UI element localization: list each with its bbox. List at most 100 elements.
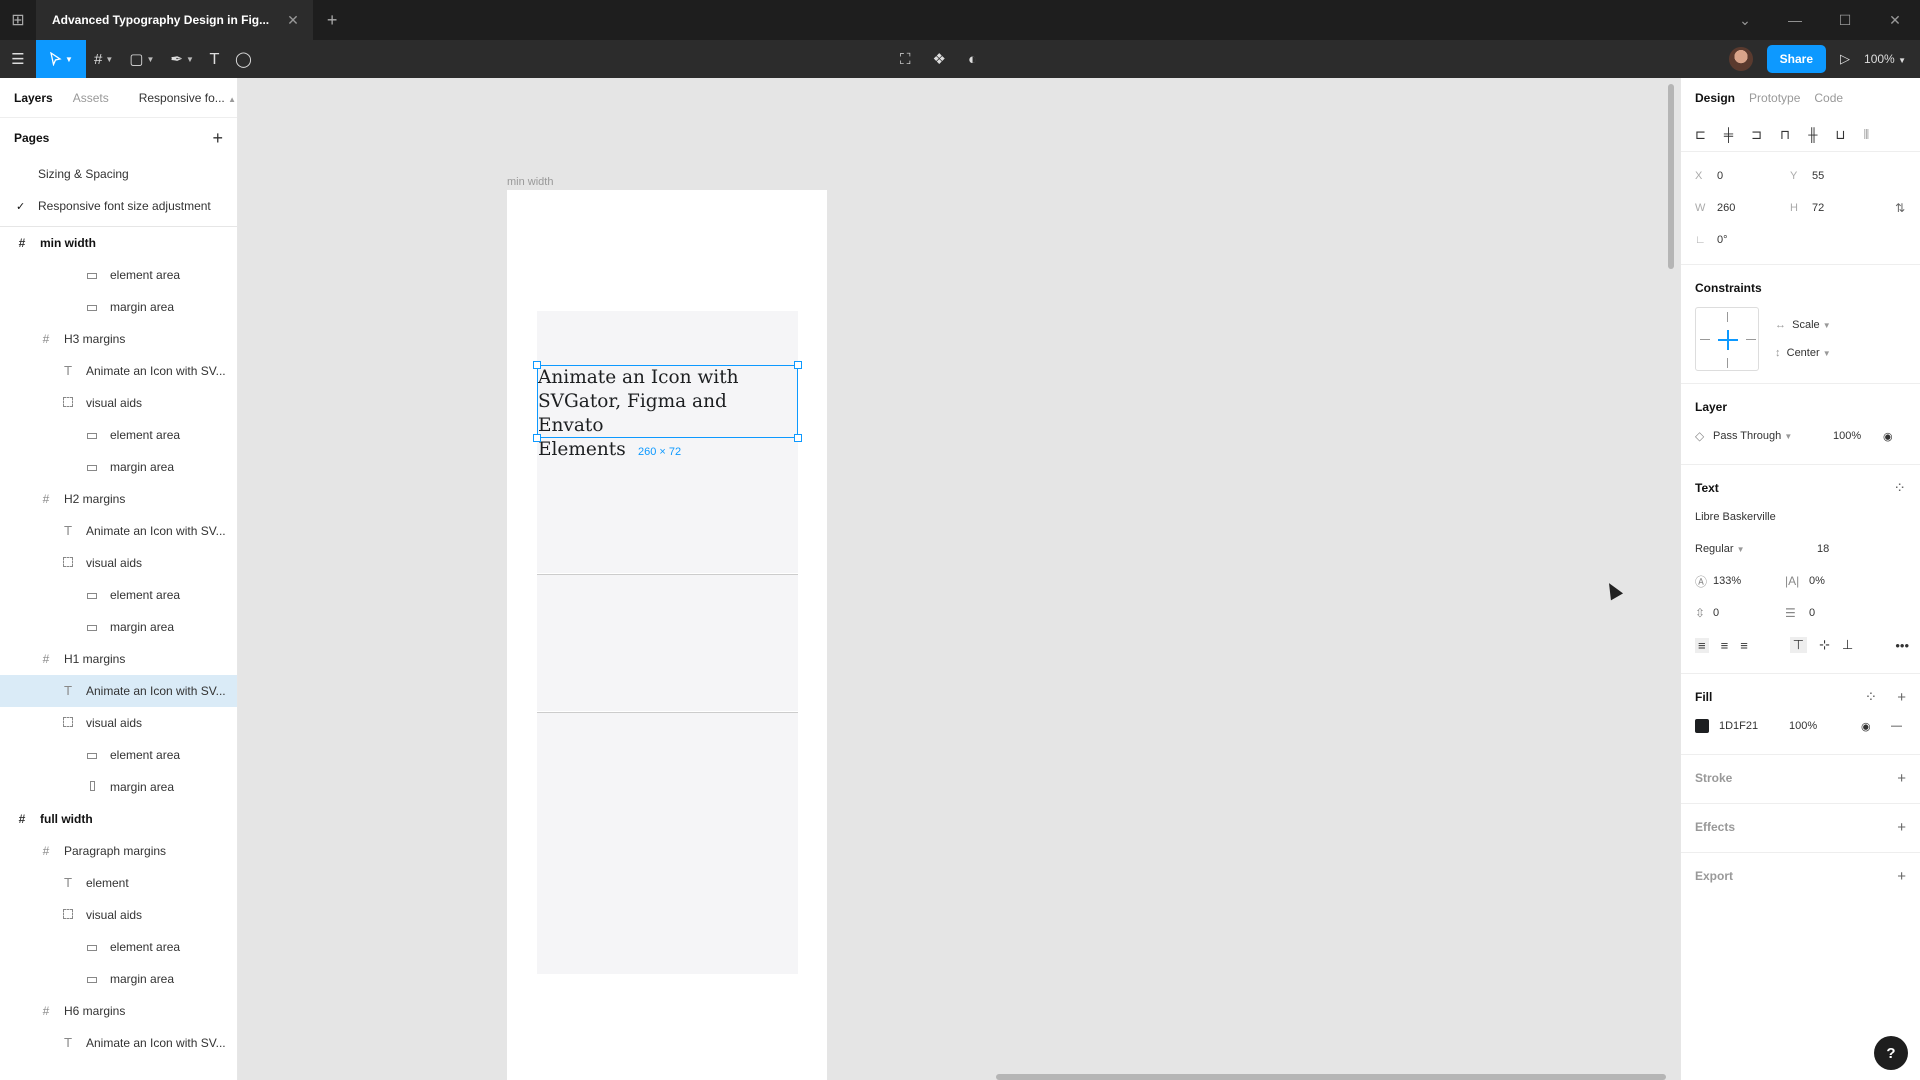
fill-color-swatch[interactable] <box>1695 719 1709 733</box>
layer-item[interactable]: # Paragraph margins <box>0 835 237 867</box>
layer-item[interactable]: T Animate an Icon with SV... <box>0 1027 237 1059</box>
layer-item[interactable]: # full width <box>0 803 237 835</box>
layer-item[interactable]: T Animate an Icon with SV... <box>0 355 237 387</box>
remove-fill-icon[interactable]: — <box>1891 720 1902 732</box>
page-selector[interactable]: Responsive fo... ▲ <box>139 91 236 105</box>
constrain-proportions-icon[interactable]: ⇅ <box>1895 201 1905 215</box>
blend-mode-dropdown[interactable]: Pass Through ▼ <box>1713 430 1833 442</box>
frame-tool[interactable]: # ▼ <box>86 40 121 78</box>
align-right-icon[interactable]: ⊐ <box>1751 127 1762 143</box>
maximize-icon[interactable]: ☐ <box>1820 12 1870 29</box>
hamburger-menu-icon[interactable]: ☰ <box>0 40 36 78</box>
align-top-icon[interactable]: ⊓ <box>1780 127 1790 143</box>
tabs-dropdown-icon[interactable]: ⌄ <box>1720 12 1770 29</box>
tab-prototype[interactable]: Prototype <box>1749 91 1800 105</box>
layer-item[interactable]: element area <box>0 259 237 291</box>
help-button[interactable]: ? <box>1874 1036 1908 1070</box>
resize-handle[interactable] <box>533 361 541 369</box>
layer-item[interactable]: margin area <box>0 611 237 643</box>
minimize-icon[interactable]: — <box>1770 12 1820 28</box>
align-left-icon[interactable]: ⊏ <box>1695 127 1706 143</box>
layer-item[interactable]: margin area <box>0 771 237 803</box>
tab-design[interactable]: Design <box>1695 91 1735 105</box>
pen-tool[interactable]: ✒ ▼ <box>162 40 202 78</box>
y-field[interactable]: Y 55 <box>1790 170 1885 182</box>
close-tab-icon[interactable]: ✕ <box>287 12 299 29</box>
fill-eye-icon[interactable]: ◉ <box>1861 720 1891 733</box>
resize-handle[interactable] <box>533 434 541 442</box>
tab-layers[interactable]: Layers <box>14 91 53 105</box>
vertical-constraint-dropdown[interactable]: ↕ Center ▼ <box>1775 347 1831 359</box>
vertical-align-top-icon[interactable]: ⊤ <box>1789 637 1808 653</box>
add-stroke-icon[interactable]: + <box>1897 770 1906 787</box>
vertical-align-middle-icon[interactable]: ⊹ <box>1819 637 1830 653</box>
layer-item[interactable]: # H1 margins <box>0 643 237 675</box>
height-field[interactable]: H 72 <box>1790 202 1885 214</box>
layer-item[interactable]: # H2 margins <box>0 483 237 515</box>
add-fill-icon[interactable]: + <box>1897 689 1906 706</box>
page-item[interactable]: ✓ Responsive font size adjustment <box>0 190 237 222</box>
text-align-right-icon[interactable]: ≡ <box>1740 638 1748 653</box>
add-page-icon[interactable]: + <box>212 128 223 149</box>
window-close-icon[interactable]: ✕ <box>1870 12 1920 29</box>
page-item[interactable]: Sizing & Spacing <box>0 158 237 190</box>
tab-assets[interactable]: Assets <box>73 91 109 105</box>
crop-edit-icon[interactable]: ⛶ <box>900 51 911 68</box>
paragraph-spacing-field[interactable]: 0 <box>1713 607 1785 619</box>
resize-handle[interactable] <box>794 361 802 369</box>
layer-item[interactable]: visual aids <box>0 899 237 931</box>
layer-item[interactable]: visual aids <box>0 547 237 579</box>
width-field[interactable]: W 260 <box>1695 202 1790 214</box>
add-export-icon[interactable]: + <box>1897 868 1906 885</box>
zoom-dropdown[interactable]: 100% ▼ <box>1864 52 1906 66</box>
font-size-field[interactable]: 18 <box>1817 543 1829 555</box>
selected-text-layer[interactable]: Animate an Icon with SVGator, Figma and … <box>537 365 798 460</box>
fill-hex-field[interactable]: 1D1F21 <box>1719 720 1789 732</box>
horizontal-constraint-dropdown[interactable]: ↔ Scale ▼ <box>1775 319 1831 331</box>
align-center-h-icon[interactable]: ╪ <box>1724 127 1733 142</box>
vertical-align-bottom-icon[interactable]: ⊥ <box>1842 637 1853 653</box>
font-weight-dropdown[interactable]: Regular ▼ <box>1695 543 1817 555</box>
layer-item[interactable]: element area <box>0 419 237 451</box>
vertical-scrollbar[interactable] <box>1668 84 1674 269</box>
x-field[interactable]: X0 <box>1695 170 1790 182</box>
layer-item[interactable]: margin area <box>0 963 237 995</box>
distribute-icon[interactable]: ⫴ <box>1864 127 1869 143</box>
layer-opacity[interactable]: 100% <box>1833 430 1883 442</box>
layer-item[interactable]: element area <box>0 931 237 963</box>
component-icon[interactable]: ❖ <box>933 50 946 68</box>
paragraph-indent-field[interactable]: 0 <box>1809 607 1815 619</box>
layer-item[interactable]: visual aids <box>0 387 237 419</box>
font-family-dropdown[interactable]: Libre Baskerville <box>1695 511 1776 523</box>
new-tab-icon[interactable]: + <box>327 10 338 31</box>
user-avatar[interactable] <box>1728 47 1753 71</box>
layer-item[interactable]: Telement <box>0 867 237 899</box>
line-height-field[interactable]: 133% <box>1713 575 1785 587</box>
layer-item[interactable]: visual aids <box>0 707 237 739</box>
add-effect-icon[interactable]: + <box>1897 819 1906 836</box>
tab-code[interactable]: Code <box>1814 91 1843 105</box>
text-tool[interactable]: T <box>202 40 227 78</box>
move-tool[interactable]: ▼ <box>36 40 86 78</box>
rotation-field[interactable]: ∟ 0° <box>1695 234 1790 246</box>
layer-item[interactable]: margin area <box>0 451 237 483</box>
frame-label[interactable]: min width <box>507 176 553 188</box>
layer-item[interactable]: # min width <box>0 227 237 259</box>
fill-opacity-field[interactable]: 100% <box>1789 720 1861 732</box>
comment-tool[interactable]: ◯ <box>227 40 260 78</box>
text-align-center-icon[interactable]: ≡ <box>1721 638 1729 653</box>
file-tab[interactable]: Advanced Typography Design in Fig... ✕ <box>36 0 313 40</box>
artboard-min-width[interactable]: Animate an Icon with SVGator, Figma and … <box>507 190 827 1080</box>
main-menu-grid-icon[interactable]: ⊞ <box>0 0 36 40</box>
layer-item[interactable]: margin area <box>0 291 237 323</box>
layer-item[interactable]: element area <box>0 739 237 771</box>
visual-aid-area[interactable] <box>537 574 798 711</box>
letter-spacing-field[interactable]: 0% <box>1809 575 1825 587</box>
layer-item[interactable]: # H6 margins <box>0 995 237 1027</box>
align-bottom-icon[interactable]: ⊔ <box>1835 127 1845 143</box>
more-options-icon[interactable]: ••• <box>1895 638 1909 653</box>
contrast-mask-icon[interactable]: ◐ <box>968 51 977 68</box>
layer-item[interactable]: element area <box>0 579 237 611</box>
canvas[interactable]: min width Animate an Icon with SVGator, … <box>238 78 1680 1080</box>
resize-handle[interactable] <box>794 434 802 442</box>
